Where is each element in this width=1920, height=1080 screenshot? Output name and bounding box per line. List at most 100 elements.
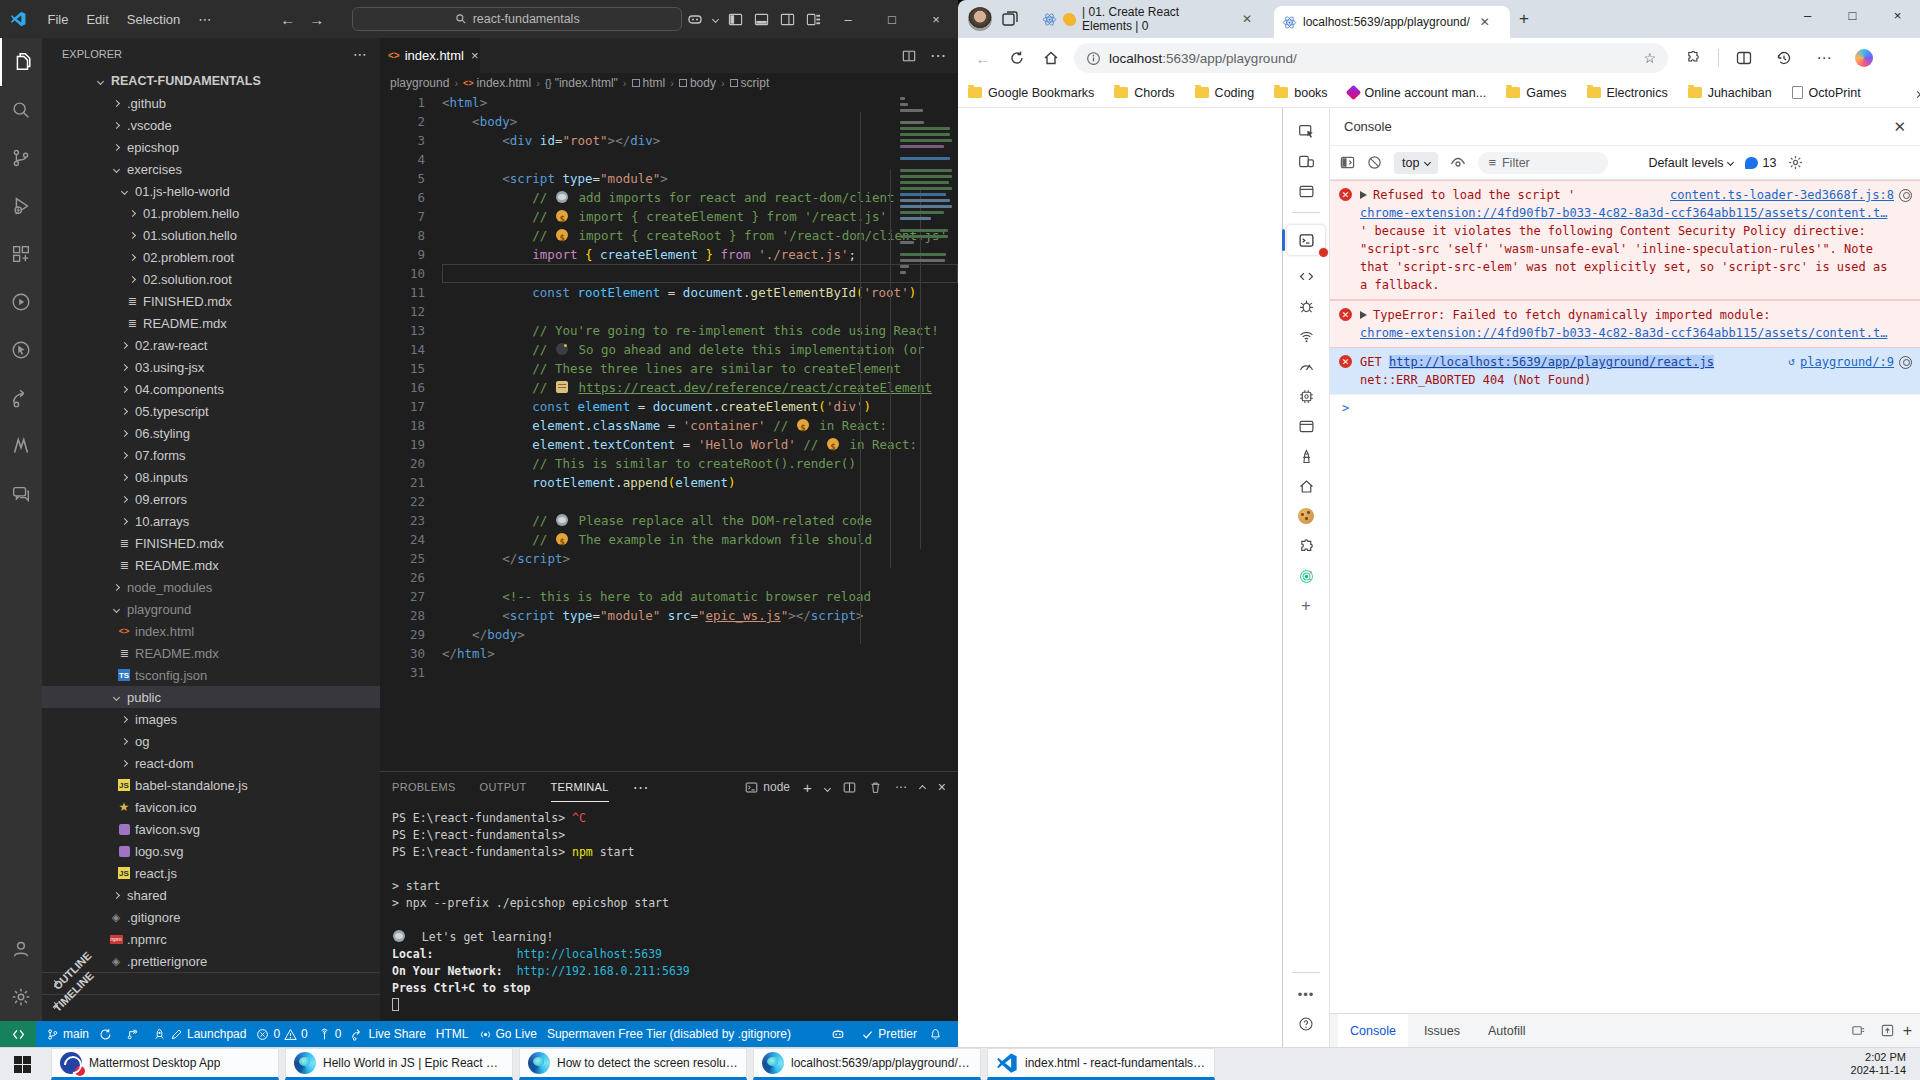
- scm-icon[interactable]: [0, 134, 42, 182]
- toggle-secondary-sidebar-icon[interactable]: [774, 6, 800, 32]
- breadcrumb-indexhtml[interactable]: <>index.html: [463, 76, 531, 90]
- application-panel-icon[interactable]: [1283, 411, 1330, 441]
- site-info-icon[interactable]: [1086, 51, 1101, 66]
- tree-item-tsconfig.json[interactable]: TStsconfig.json: [42, 664, 380, 686]
- circle-play-icon[interactable]: [0, 278, 42, 326]
- console-message-1[interactable]: ✕Refused to load the script 'chrome-exte…: [1330, 180, 1920, 300]
- extensions-icon[interactable]: [1678, 43, 1708, 73]
- code-editor[interactable]: 1<html>2 <body>3 <div id="root"></div>45…: [380, 93, 958, 771]
- menu-selection[interactable]: Selection: [118, 12, 189, 27]
- tree-item-02.raw-react[interactable]: 02.raw-react: [42, 334, 380, 356]
- taskbar-clock[interactable]: 2:02 PM2024-11-14: [1851, 1048, 1920, 1080]
- tree-item-02.problem.root[interactable]: 02.problem.root: [42, 246, 380, 268]
- more-tools-icon[interactable]: +: [1283, 591, 1330, 621]
- bookmark-books[interactable]: books: [1274, 86, 1327, 100]
- breadcrumb-playground[interactable]: playground: [390, 76, 449, 90]
- tree-item-01.solution.hello[interactable]: 01.solution.hello: [42, 224, 380, 246]
- remote-indicator[interactable]: [0, 1021, 36, 1047]
- person-icon[interactable]: [0, 925, 42, 973]
- device-emulation-icon[interactable]: [1283, 146, 1330, 176]
- tree-item-node_modules[interactable]: node_modules: [42, 576, 380, 598]
- editor-more-actions-icon[interactable]: ⋯: [930, 46, 946, 65]
- help-icon[interactable]: [1283, 1009, 1330, 1039]
- tree-item-.npmrc[interactable]: npm.npmrc: [42, 928, 380, 950]
- browser-kebab-icon[interactable]: ⋯: [1809, 43, 1839, 73]
- browser-tab-1[interactable]: | 01. Create React Elements | 0 ✕: [1034, 0, 1274, 38]
- files-icon[interactable]: [0, 38, 42, 86]
- console-message-2[interactable]: ✕TypeError: Failed to fetch dynamically …: [1330, 300, 1920, 348]
- status-HTML[interactable]: HTML: [436, 1027, 469, 1041]
- tree-item-favicon.ico[interactable]: ★favicon.ico: [42, 796, 380, 818]
- tree-item-babel-standalone.js[interactable]: JSbabel-standalone.js: [42, 774, 380, 796]
- status-branch2[interactable]: [126, 1028, 143, 1041]
- tab-close-icon[interactable]: ✕: [1242, 12, 1252, 26]
- copilot-icon[interactable]: [1849, 43, 1879, 73]
- toggle-panel-icon[interactable]: [748, 6, 774, 32]
- browser-maximize-button[interactable]: □: [1830, 0, 1875, 30]
- new-terminal-icon[interactable]: +: [803, 779, 812, 796]
- bookmark-googlebookmarks[interactable]: Google Bookmarks: [968, 86, 1094, 100]
- tree-item-README.mdx[interactable]: ≣README.mdx: [42, 554, 380, 576]
- copilot-icon[interactable]: [682, 6, 708, 32]
- gear-icon[interactable]: [0, 973, 42, 1021]
- performance-panel-icon[interactable]: [1283, 351, 1330, 381]
- split-editor-icon[interactable]: [902, 49, 916, 63]
- tree-item-public[interactable]: public: [42, 686, 380, 708]
- network-panel-icon[interactable]: [1283, 321, 1330, 351]
- status-0[interactable]: 0: [318, 1027, 342, 1041]
- tree-item-04.components[interactable]: 04.components: [42, 378, 380, 400]
- log-levels-dropdown[interactable]: Default levels: [1648, 156, 1733, 170]
- message-source-link[interactable]: content.ts-loader-3ed3668f.js:8: [1670, 186, 1912, 204]
- debug-icon[interactable]: [0, 182, 42, 230]
- drawer-add-icon[interactable]: +: [1903, 1022, 1912, 1040]
- tab-close-icon[interactable]: ×: [471, 48, 479, 63]
- console-panel-icon[interactable]: [1287, 225, 1325, 255]
- menu-file[interactable]: File: [38, 12, 77, 27]
- memory-panel-icon[interactable]: [1283, 381, 1330, 411]
- panel-tab-terminal[interactable]: TERMINAL: [551, 772, 609, 802]
- console-sidebar-icon[interactable]: [1340, 155, 1355, 170]
- bookmark-onlineaccountman[interactable]: Online account man...: [1348, 86, 1487, 100]
- circle-ptr-icon[interactable]: [0, 326, 42, 374]
- expand-icon[interactable]: [1360, 191, 1367, 199]
- context-selector[interactable]: top: [1394, 152, 1438, 174]
- taskbar-button-howtodetectthescreen[interactable]: How to detect the screen resoluti...: [519, 1048, 747, 1080]
- console-settings-icon[interactable]: [1788, 155, 1803, 170]
- tree-item-08.inputs[interactable]: 08.inputs: [42, 466, 380, 488]
- bookmark-juhachiban[interactable]: Juhachiban: [1688, 86, 1772, 100]
- close-panel-icon[interactable]: ×: [938, 779, 946, 795]
- console-prompt[interactable]: >: [1330, 395, 1920, 415]
- breadcrumb-body[interactable]: body: [679, 76, 716, 90]
- tree-root[interactable]: REACT-FUNDAMENTALS: [42, 70, 380, 92]
- tree-item-logo.svg[interactable]: logo.svg: [42, 840, 380, 862]
- explorer-actions-icon[interactable]: ⋯: [353, 46, 368, 62]
- drawer-tab-console[interactable]: Console: [1338, 1014, 1408, 1047]
- status-Prettier[interactable]: Prettier: [861, 1027, 917, 1041]
- status-Supermaven Free Tier (disabled by .gitignore)[interactable]: Supermaven Free Tier (disabled by .gitig…: [547, 1027, 791, 1041]
- dock-icon[interactable]: [1283, 176, 1330, 206]
- refresh-icon[interactable]: [1002, 43, 1032, 73]
- browser-tab-2-active[interactable]: localhost:5639/app/playground/ ✕: [1274, 6, 1510, 38]
- cookies-panel-icon[interactable]: [1283, 501, 1330, 531]
- bookmark-games[interactable]: Games: [1506, 86, 1566, 100]
- kill-terminal-icon[interactable]: [869, 781, 882, 794]
- status-Launchpad[interactable]: Launchpad: [153, 1027, 246, 1041]
- bookmark-octoprint[interactable]: OctoPrint: [1792, 86, 1861, 100]
- workspaces-icon[interactable]: [1000, 9, 1020, 29]
- bookmark-electronics[interactable]: Electronics: [1587, 86, 1668, 100]
- tree-item-.vscode[interactable]: .vscode: [42, 114, 380, 136]
- tree-item-FINISHED.mdx[interactable]: ≣FINISHED.mdx: [42, 290, 380, 312]
- tree-item-.github[interactable]: .github: [42, 92, 380, 114]
- tab-close-icon[interactable]: ✕: [1480, 15, 1490, 29]
- tree-item-10.arrays[interactable]: 10.arrays: [42, 510, 380, 532]
- tree-item-README.mdx[interactable]: ≣README.mdx: [42, 642, 380, 664]
- tree-item-og[interactable]: og: [42, 730, 380, 752]
- drawer-tab-autofill[interactable]: Autofill: [1476, 1019, 1538, 1043]
- console-filter-input[interactable]: ≡Filter: [1478, 152, 1608, 174]
- tree-item-03.using-jsx[interactable]: 03.using-jsx: [42, 356, 380, 378]
- sources-panel-icon[interactable]: [1283, 291, 1330, 321]
- message-source-link[interactable]: ↺playground/:9: [1788, 353, 1912, 371]
- drawer-tab-issues[interactable]: Issues: [1412, 1019, 1472, 1043]
- detached-elements-icon[interactable]: [1283, 561, 1330, 591]
- section-timeline[interactable]: TIMELINE: [42, 994, 380, 1016]
